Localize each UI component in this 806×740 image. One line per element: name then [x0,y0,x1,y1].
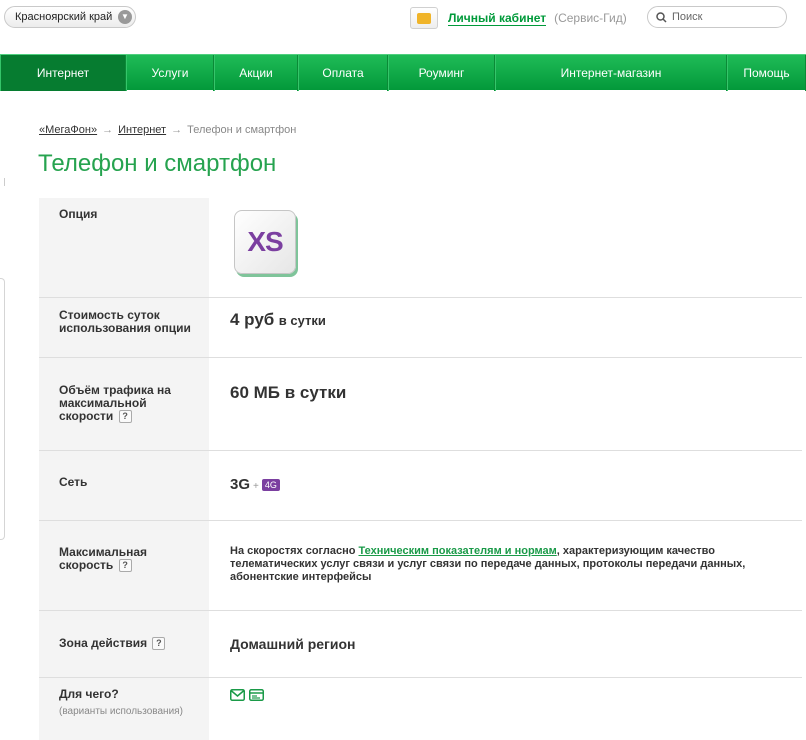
personal-cabinet: Личный кабинет (Сервис-Гид) [410,7,627,29]
speed-label: Максимальная скорость [59,545,148,572]
table-row-option: Опция XS [39,198,802,298]
search-icon [656,11,667,23]
sim-card-icon [410,7,438,29]
table-row-zone: Зона действия ? Домашний регион [39,611,802,678]
search-input[interactable] [672,11,772,23]
row-value [209,678,802,740]
browser-icon[interactable] [249,689,264,701]
table-row-speed: Максимальная скорость ? На скоростях сог… [39,521,802,611]
chevron-down-icon: ▼ [118,10,132,24]
region-selector[interactable]: Красноярский край ▼ [4,6,136,28]
main-nav: Интернет Услуги Акции Оплата Роуминг Инт… [0,54,806,91]
page-title: Телефон и смартфон [38,150,277,177]
breadcrumb-separator: → [171,124,183,136]
nav-item-online-shop[interactable]: Интернет-магазин [495,55,727,91]
breadcrumb-current: Телефон и смартфон [187,124,297,136]
breadcrumb-internet[interactable]: Интернет [118,124,166,136]
nav-item-promotions[interactable]: Акции [214,55,298,91]
region-label: Красноярский край [15,11,113,23]
help-icon[interactable]: ? [152,637,166,651]
left-edge-panel [0,278,5,540]
table-row-cost: Стоимость суток использования опции 4 ру… [39,298,802,358]
help-icon[interactable]: ? [118,559,132,573]
cost-unit: в сутки [278,313,326,328]
row-value: XS [209,198,802,297]
row-label: Максимальная скорость ? [39,521,209,610]
breadcrumb: «МегаФон» → Интернет → Телефон и смартфон [39,124,296,136]
row-label: Сеть [39,451,209,520]
row-label: Опция [39,198,209,297]
row-label: Зона действия ? [39,611,209,677]
usage-sublabel: (варианты использования) [59,706,183,717]
row-label: Для чего? (варианты использования) [39,678,209,740]
badge-4g: 4G [261,478,280,491]
mail-icon[interactable] [230,689,245,701]
option-xs-logo: XS [234,210,296,274]
service-guide-label: (Сервис-Гид) [554,11,627,25]
table-row-network: Сеть 3G +4G [39,451,802,521]
speed-description: На скоростях согласно Техническим показа… [230,545,782,584]
cost-value: 4 руб [230,310,275,329]
row-value: 3G +4G [209,451,802,520]
left-edge-tab [0,178,5,186]
nav-item-internet[interactable]: Интернет [0,55,126,91]
search-box[interactable] [647,6,787,28]
breadcrumb-separator: → [102,124,114,136]
zone-label: Зона действия [59,636,148,650]
row-label: Стоимость суток использования опции [39,298,209,357]
help-icon[interactable]: ? [118,410,132,424]
table-row-usage: Для чего? (варианты использования) [39,678,802,740]
network-3g: 3G [230,476,251,493]
traffic-label: Объём трафика на максимальной скорости [59,383,171,423]
tech-norms-link[interactable]: Техническим показателям и нормам [359,545,557,557]
row-value: На скоростях согласно Техническим показа… [209,521,802,610]
row-value: 60 МБ в сутки [209,358,802,450]
nav-item-roaming[interactable]: Роуминг [388,55,495,91]
nav-item-help[interactable]: Помощь [727,55,806,91]
network-plus: + [253,481,259,492]
nav-item-payment[interactable]: Оплата [298,55,388,91]
breadcrumb-megafon[interactable]: «МегаФон» [39,124,97,136]
option-details-table: Опция XS Стоимость суток использования о… [39,198,802,740]
nav-item-services[interactable]: Услуги [126,55,214,91]
table-row-traffic: Объём трафика на максимальной скорости ?… [39,358,802,451]
row-value: Домашний регион [209,611,802,677]
speed-text-before: На скоростях согласно [230,545,359,557]
usage-label: Для чего? [59,687,119,701]
personal-cabinet-link[interactable]: Личный кабинет [448,11,547,26]
row-value: 4 руб в сутки [209,298,802,357]
top-bar: Красноярский край ▼ Личный кабинет (Серв… [0,0,806,40]
traffic-value: 60 МБ в сутки [230,383,347,402]
zone-value: Домашний регион [230,636,356,652]
row-label: Объём трафика на максимальной скорости ? [39,358,209,450]
